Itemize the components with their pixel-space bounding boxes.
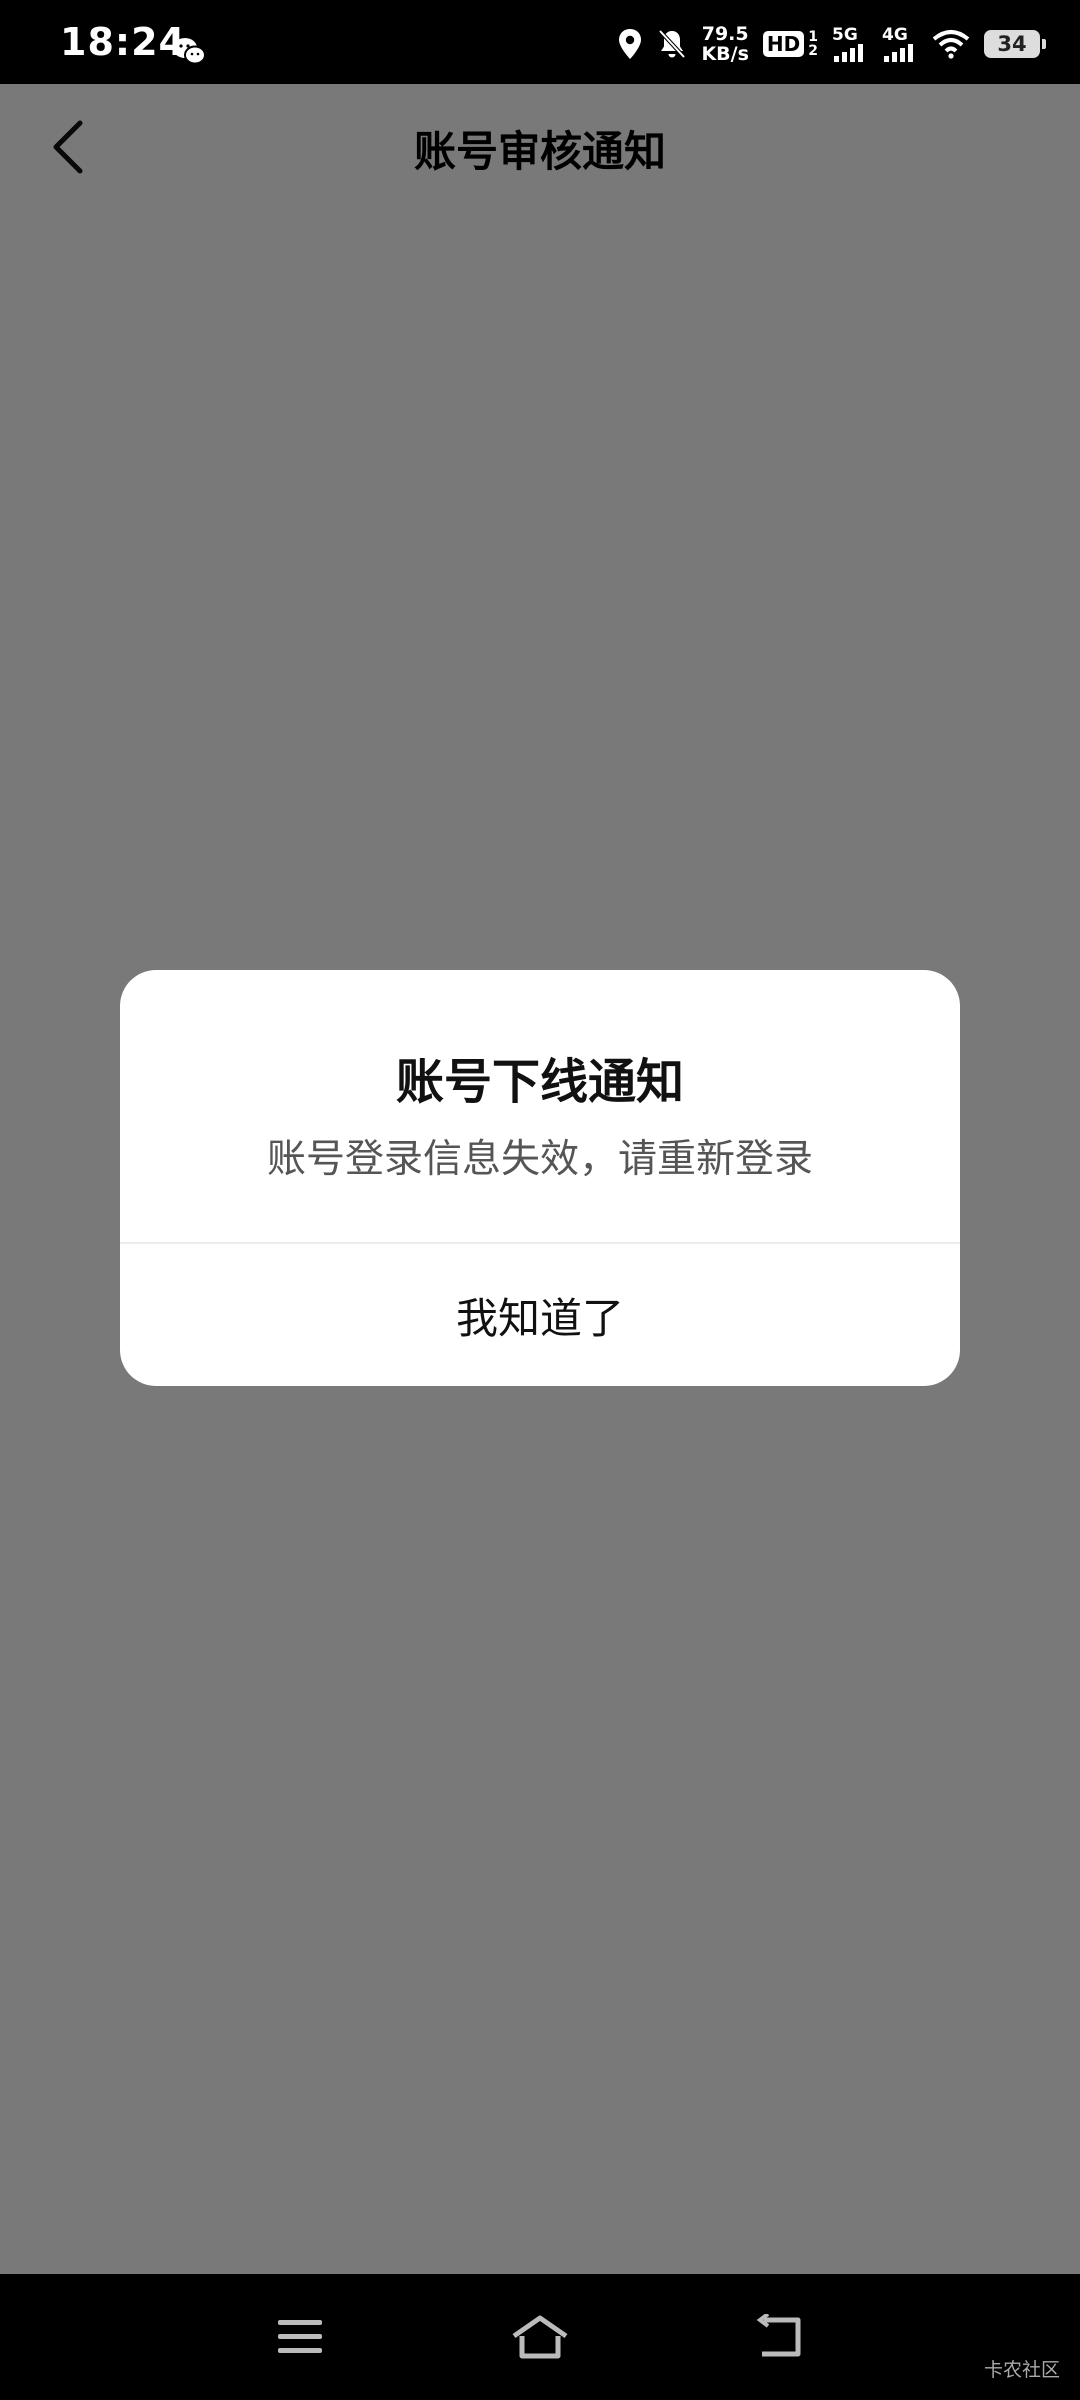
- battery-level: 34: [997, 32, 1027, 56]
- status-icons: 79.5 KB/s HD 1 2 5G 4G 34: [617, 14, 1046, 74]
- system-nav-bar: 卡农社区: [0, 2274, 1080, 2400]
- hd-sub-top: 1: [808, 29, 818, 45]
- location-icon: [619, 29, 642, 59]
- logout-dialog: 账号下线通知 账号登录信息失效，请重新登录 我知道了: [120, 970, 960, 1386]
- dialog-message: 账号登录信息失效，请重新登录: [266, 1137, 813, 1182]
- home-icon: [512, 2315, 568, 2359]
- sim1-signal: 5G: [832, 26, 868, 62]
- bell-muted-icon: [658, 29, 686, 59]
- menu-button[interactable]: [265, 2304, 335, 2370]
- back-icon: [756, 2314, 801, 2357]
- battery-icon: 34: [984, 30, 1046, 58]
- home-button[interactable]: [505, 2304, 575, 2370]
- hd-badge: HD: [762, 31, 805, 57]
- status-time: 18:24: [60, 20, 186, 64]
- net-speed-unit: KB/s: [701, 43, 749, 65]
- sim1-label: 5G: [832, 25, 858, 45]
- signal-icon: [834, 44, 863, 62]
- hd-sub-bottom: 2: [808, 43, 818, 59]
- net-speed: 79.5 KB/s: [701, 24, 748, 64]
- dialog-title: 账号下线通知: [395, 1054, 684, 1110]
- acknowledge-button[interactable]: 我知道了: [120, 1244, 960, 1386]
- net-speed-value: 79.5: [701, 23, 749, 45]
- sim2-label: 4G: [882, 25, 908, 45]
- menu-icon: [278, 2320, 322, 2353]
- wechat-icon: [173, 38, 206, 65]
- signal-icon: [884, 44, 913, 62]
- back-nav-button[interactable]: [745, 2304, 815, 2370]
- wifi-icon: [932, 30, 970, 59]
- sim2-signal: 4G: [882, 26, 918, 62]
- watermark: 卡农社区: [983, 2359, 1060, 2381]
- status-bar: 18:24 79.5 KB/s HD 1 2 5G 4G 34: [0, 0, 1080, 84]
- hd-sub: 1 2: [808, 30, 818, 58]
